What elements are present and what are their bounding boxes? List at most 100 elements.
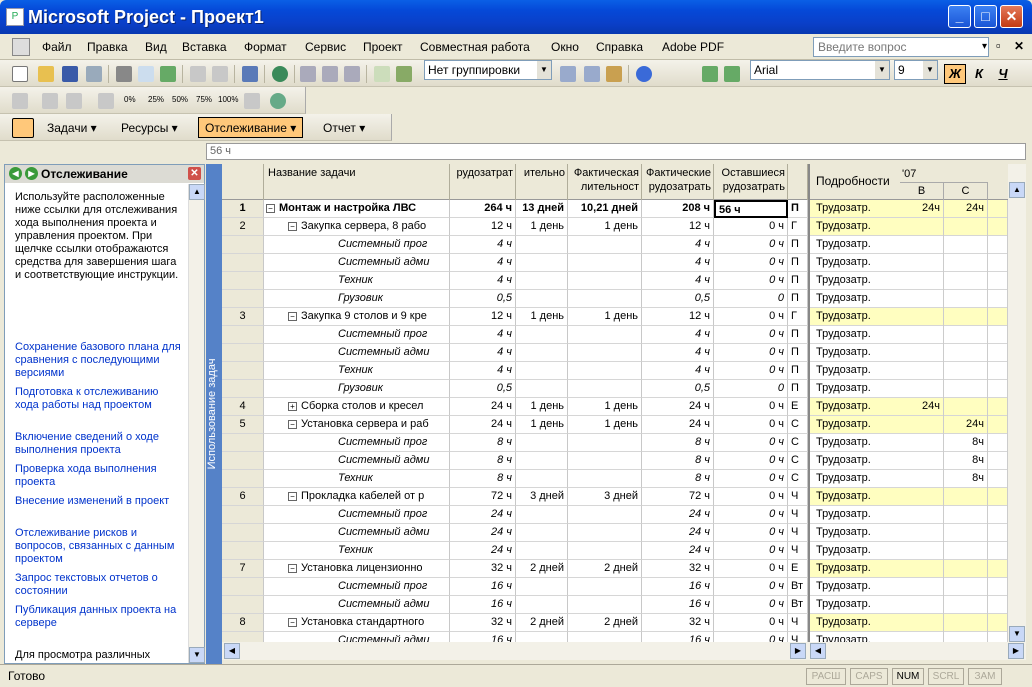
- cell-adur[interactable]: 3 дней: [568, 488, 642, 506]
- timescale-cell[interactable]: [944, 596, 988, 614]
- timescale-cell[interactable]: [988, 434, 1008, 452]
- cell-rem[interactable]: 0 ч: [714, 272, 788, 290]
- timescale-cell[interactable]: [900, 488, 944, 506]
- cell-x[interactable]: П: [788, 236, 808, 254]
- link-enter-progress[interactable]: Включение сведений о ходе выполнения про…: [15, 431, 183, 457]
- cell-dur[interactable]: [516, 434, 568, 452]
- cell-work[interactable]: 32 ч: [450, 560, 516, 578]
- timescale-cell[interactable]: [900, 380, 944, 398]
- timescale-cell[interactable]: [988, 308, 1008, 326]
- guide-resources-button[interactable]: Ресурсы ▾: [114, 117, 185, 138]
- cell-work[interactable]: 8 ч: [450, 452, 516, 470]
- table-row[interactable]: Системный прог 24 ч 24 ч0 чЧ: [222, 506, 808, 524]
- timescale-cell[interactable]: [900, 560, 944, 578]
- menu-format[interactable]: Формат: [244, 40, 287, 54]
- cell-name[interactable]: Системный адми: [264, 524, 450, 542]
- timescale-cell[interactable]: [900, 218, 944, 236]
- cell-work[interactable]: 4 ч: [450, 344, 516, 362]
- cell-rem[interactable]: 0 ч: [714, 452, 788, 470]
- table-row[interactable]: Техник 4 ч4 ч0 чП: [222, 362, 808, 380]
- scroll-up-icon[interactable]: ▲: [189, 184, 205, 200]
- cell-name[interactable]: Системный прог: [264, 578, 450, 596]
- cell-x[interactable]: Ч: [788, 506, 808, 524]
- table-row[interactable]: 4 + Сборка столов и кресел 24 ч1 день 1 день…: [222, 398, 808, 416]
- timescale-cell[interactable]: [900, 272, 944, 290]
- header-work[interactable]: рудозатрат: [450, 164, 516, 200]
- cell-work[interactable]: 8 ч: [450, 434, 516, 452]
- cell-adur[interactable]: 1 день: [568, 416, 642, 434]
- cell-name[interactable]: − Закупка 9 столов и 9 кре: [264, 308, 450, 326]
- link-make-changes[interactable]: Внесение изменений в проект: [15, 495, 183, 508]
- timescale-cell[interactable]: [900, 524, 944, 542]
- table-row[interactable]: Системный прог 16 ч 16 ч0 ч Вт: [222, 578, 808, 596]
- grid-horizontal-scrollbar[interactable]: ◀ ▶: [222, 642, 808, 660]
- cell-awork[interactable]: 16 ч: [642, 578, 714, 596]
- cell-x[interactable]: Ч: [788, 488, 808, 506]
- cell-dur[interactable]: [516, 254, 568, 272]
- cell-rem[interactable]: 0 ч: [714, 254, 788, 272]
- cell-rem[interactable]: 0 ч: [714, 578, 788, 596]
- goto-task-icon[interactable]: [606, 66, 622, 82]
- link-status-reports[interactable]: Запрос текстовых отчетов о состоянии: [15, 572, 183, 598]
- cell-x[interactable]: С: [788, 416, 808, 434]
- guide-report-button[interactable]: Отчет ▾: [316, 117, 372, 138]
- bold-button[interactable]: Ж: [944, 64, 966, 84]
- underline-button[interactable]: Ч: [992, 64, 1014, 84]
- scroll-right-icon[interactable]: ▶: [1008, 643, 1024, 659]
- cell-name[interactable]: Системный адми: [264, 254, 450, 272]
- 50-percent-button[interactable]: 50%: [172, 95, 188, 104]
- undo-icon[interactable]: [242, 66, 258, 82]
- cell-awork[interactable]: 24 ч: [642, 416, 714, 434]
- timescale-cell[interactable]: [900, 254, 944, 272]
- table-row[interactable]: 1− Монтаж и настройка ЛВС 264 ч 13 дней 10,2…: [222, 200, 808, 218]
- unlink-icon[interactable]: [322, 66, 338, 82]
- cell-work[interactable]: 264 ч: [450, 200, 516, 218]
- table-row[interactable]: Техник 24 ч 24 ч0 чЧ: [222, 542, 808, 560]
- timescale-cell[interactable]: [900, 290, 944, 308]
- header-actual-duration[interactable]: Фактическая лительност: [568, 164, 642, 200]
- cell-awork[interactable]: 4 ч: [642, 362, 714, 380]
- cell-awork[interactable]: 12 ч: [642, 308, 714, 326]
- cell-name[interactable]: Системный прог: [264, 326, 450, 344]
- cell-work[interactable]: 24 ч: [450, 524, 516, 542]
- font-size-select[interactable]: 9 ▼: [894, 60, 938, 80]
- link-check-progress[interactable]: Проверка хода выполнения проекта: [15, 463, 183, 489]
- scroll-up-icon[interactable]: ▲: [1009, 182, 1025, 198]
- zoom-in-icon[interactable]: [560, 66, 576, 82]
- cell-work[interactable]: 72 ч: [450, 488, 516, 506]
- cell-awork[interactable]: 8 ч: [642, 434, 714, 452]
- timescale-cell[interactable]: [988, 326, 1008, 344]
- cell-dur[interactable]: 1 день: [516, 308, 568, 326]
- cell-awork[interactable]: 24 ч: [642, 506, 714, 524]
- cell-dur[interactable]: [516, 632, 568, 642]
- scroll-left-icon[interactable]: ◀: [224, 643, 240, 659]
- cell-adur[interactable]: [568, 362, 642, 380]
- link-track-risks[interactable]: Отслеживание рисков и вопросов, связанны…: [15, 527, 183, 566]
- cell-rem[interactable]: 0 ч: [714, 506, 788, 524]
- cell-dur[interactable]: 1 день: [516, 218, 568, 236]
- open-folder-icon[interactable]: [38, 66, 54, 82]
- cell-x[interactable]: П: [788, 200, 808, 218]
- cell-x[interactable]: Е: [788, 398, 808, 416]
- timescale-cell[interactable]: [988, 398, 1008, 416]
- cell-rem[interactable]: 0 ч: [714, 470, 788, 488]
- cell-x[interactable]: Ч: [788, 524, 808, 542]
- timescale-cell[interactable]: [988, 506, 1008, 524]
- timescale-cell[interactable]: [988, 416, 1008, 434]
- scroll-right-icon[interactable]: ▶: [790, 643, 806, 659]
- help-icon[interactable]: [636, 66, 652, 82]
- table-row[interactable]: Грузовик 0,5 0,5 0 П: [222, 290, 808, 308]
- 25-percent-button[interactable]: 25%: [148, 95, 164, 104]
- cell-name[interactable]: Системный адми: [264, 596, 450, 614]
- cut-icon[interactable]: [190, 66, 206, 82]
- cell-dur[interactable]: [516, 236, 568, 254]
- cell-name[interactable]: Техник: [264, 470, 450, 488]
- menu-file[interactable]: Файл: [42, 40, 72, 54]
- table-row[interactable]: Системный адми 16 ч 16 ч0 чЧ: [222, 632, 808, 642]
- table-row[interactable]: Грузовик 0,5 0,5 0 П: [222, 380, 808, 398]
- maximize-button[interactable]: □: [974, 5, 997, 28]
- timescale-cell[interactable]: [988, 470, 1008, 488]
- cell-rem[interactable]: 0 ч: [714, 542, 788, 560]
- cell-adur[interactable]: 10,21 дней: [568, 200, 642, 218]
- table-row[interactable]: Техник 4 ч4 ч0 чП: [222, 272, 808, 290]
